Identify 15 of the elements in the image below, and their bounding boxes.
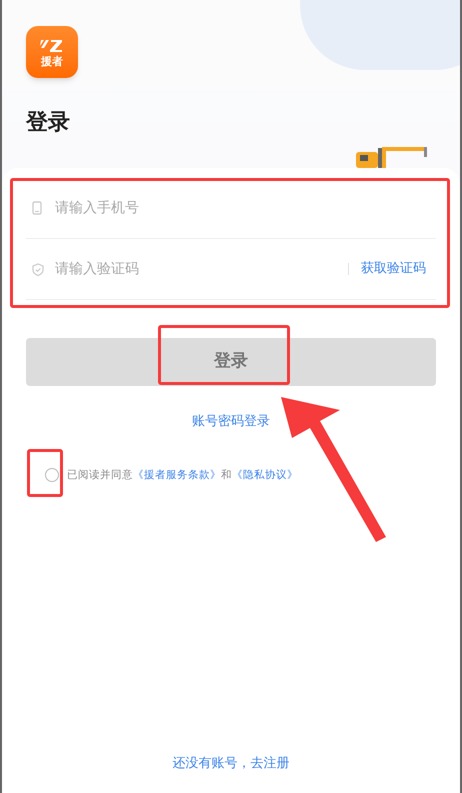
- phone-input[interactable]: 请输入手机号: [55, 198, 436, 218]
- code-input[interactable]: 请输入验证码: [55, 258, 348, 280]
- password-login-link[interactable]: 账号密码登录: [192, 412, 270, 432]
- highlight-box: [27, 449, 63, 497]
- page-title: 登录: [26, 109, 71, 137]
- agreement-radio[interactable]: [45, 468, 59, 482]
- shield-check-icon: [32, 262, 44, 276]
- agreement-text: 已阅读并同意《援者服务条款》和《隐私协议》: [67, 468, 298, 482]
- phone-icon: [32, 201, 42, 215]
- crane-truck-icon: [354, 144, 430, 168]
- register-link[interactable]: 还没有账号，去注册: [172, 754, 290, 773]
- logo-text: 援者: [41, 56, 63, 66]
- privacy-link[interactable]: 《隐私协议》: [232, 468, 298, 480]
- get-code-button[interactable]: 获取验证码: [361, 259, 426, 279]
- terms-link[interactable]: 《援者服务条款》: [133, 468, 221, 480]
